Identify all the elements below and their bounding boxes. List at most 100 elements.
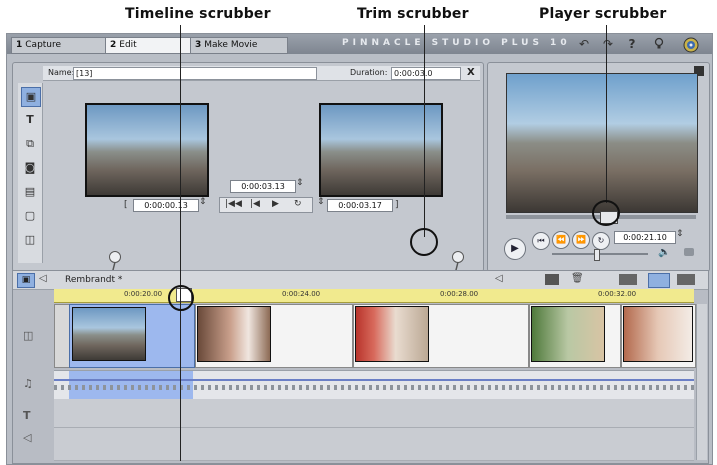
disc-icon[interactable] — [683, 37, 699, 53]
volume-handle[interactable] — [594, 249, 600, 261]
text-icon[interactable]: ▢ — [21, 207, 39, 225]
trim-callout-line — [424, 25, 425, 237]
audio-toggle-icon[interactable] — [684, 248, 694, 256]
player-time-field[interactable]: 0:00:21.10 — [614, 231, 676, 244]
player-play-button[interactable]: ▶ — [504, 238, 526, 260]
tab-edit[interactable]: 2 Edit — [105, 37, 191, 54]
audio-waveform — [54, 385, 694, 390]
name-label: Name: — [48, 68, 75, 77]
loop-button[interactable]: ↻ — [294, 199, 302, 209]
player-time-spinner[interactable]: ⇕ — [676, 229, 684, 239]
speaker-icon[interactable]: 🔈 — [658, 247, 670, 258]
video-clip[interactable] — [195, 304, 353, 368]
start-frame-thumbnail — [85, 103, 209, 197]
overlay-icon[interactable]: ⧉ — [21, 135, 39, 153]
sound-track-icon[interactable]: ◁ — [23, 431, 31, 444]
mark-out-field[interactable]: 0:00:03.17 — [327, 199, 393, 212]
timeline-panel: ▣ ◁ Rembrandt * ◁ 🗑 0:00:20.00 0:00:24.0… — [12, 270, 709, 464]
timeline-scrubber-highlight — [168, 285, 194, 311]
player-loop-button[interactable]: ↻ — [592, 232, 610, 250]
storyboard-mode-icon[interactable] — [619, 274, 637, 285]
timeline-mode-icon[interactable] — [648, 273, 670, 288]
go-to-start-button[interactable]: |◀◀ — [225, 199, 242, 209]
ruler-tick: 0:00:32.00 — [598, 290, 637, 298]
ruler-tick: 0:00:28.00 — [440, 290, 479, 298]
clip-thumbnail — [623, 306, 693, 362]
help-icon[interactable]: ? — [625, 37, 639, 51]
split-clip-icon[interactable] — [545, 274, 559, 285]
duration-field[interactable]: 0:00:03.0 — [391, 67, 461, 80]
video-toolbox-icon[interactable]: ▣ — [21, 87, 41, 107]
delete-icon[interactable]: 🗑 — [571, 273, 584, 284]
audio-settings-icon[interactable]: ◁ — [495, 273, 503, 284]
redo-icon[interactable]: ↷ — [601, 37, 615, 51]
player-callout-line — [606, 25, 607, 203]
clip-thumbnail — [531, 306, 605, 362]
timeline-callout-line — [180, 25, 181, 461]
video-clip[interactable] — [621, 304, 696, 368]
video-track-icon[interactable]: ◫ — [23, 329, 33, 342]
player-forward-button[interactable]: ⏩ — [572, 231, 590, 249]
tab-number: 1 — [16, 40, 23, 50]
sound-effects-track-lane[interactable] — [54, 428, 694, 461]
clip-name-field[interactable]: [13] — [73, 67, 317, 80]
volume-track[interactable] — [552, 253, 648, 255]
title-track-lane[interactable] — [54, 399, 694, 428]
storyboard-view-icon[interactable]: ▣ — [17, 273, 35, 288]
lightbulb-icon[interactable] — [652, 37, 666, 51]
original-audio-track[interactable] — [54, 370, 694, 400]
player-go-start-button[interactable]: ⏮ — [532, 232, 550, 250]
menu-icon[interactable]: ▤ — [21, 183, 39, 201]
player-rewind-button[interactable]: ⏪ — [552, 231, 570, 249]
video-clip[interactable] — [353, 304, 529, 368]
title-icon[interactable]: T — [21, 111, 39, 129]
track-lock-column[interactable] — [696, 304, 707, 460]
tab-label: Capture — [25, 40, 62, 50]
audio-view-icon[interactable]: ◁ — [39, 273, 47, 284]
mark-in-bracket: [ — [124, 200, 128, 210]
current-time-spinner[interactable]: ⇕ — [296, 178, 304, 188]
timeline-toolbar: ▣ ◁ Rembrandt * ◁ 🗑 — [13, 271, 708, 290]
toolbox-sidebar: ▣ T ⧉ ◙ ▤ ▢ ◫ — [18, 83, 43, 263]
play-button[interactable]: ▶ — [272, 199, 279, 209]
mark-in-field[interactable]: 0:00:00.13 — [133, 199, 199, 212]
tab-label: Make Movie — [204, 40, 258, 50]
trim-transport: |◀◀ |◀ ▶ ↻ — [219, 197, 313, 213]
clip-thumbnail — [197, 306, 271, 362]
audio-volume-line — [54, 379, 694, 381]
ruler-tick: 0:00:20.00 — [124, 290, 163, 298]
app-brand: PINNACLE STUDIO PLUS 10 — [342, 38, 571, 48]
audio-track-icon[interactable]: ♫ — [23, 377, 33, 390]
tab-number: 3 — [195, 40, 202, 50]
video-clip[interactable] — [54, 304, 70, 368]
clip-thumbnail — [355, 306, 429, 362]
mark-out-bracket: ] — [395, 200, 399, 210]
ruler-tick: 0:00:24.00 — [282, 290, 321, 298]
effects-icon[interactable]: ◙ — [21, 159, 39, 177]
close-icon[interactable]: X — [467, 67, 475, 78]
duration-label: Duration: — [350, 68, 388, 77]
tab-number: 2 — [110, 40, 117, 50]
project-name: Rembrandt * — [65, 275, 123, 285]
player-screen — [506, 73, 698, 213]
audio-icon[interactable]: ◫ — [21, 231, 39, 249]
timeline-ruler[interactable]: 0:00:20.00 0:00:24.00 0:00:28.00 0:00:32… — [54, 289, 694, 303]
clip-thumbnail — [72, 307, 146, 361]
player-panel: ▶ ⏮ ⏪ ⏩ ↻ 0:00:21.10 ⇕ 🔈 — [487, 62, 710, 272]
selected-video-clip[interactable] — [69, 304, 195, 368]
current-time-field[interactable]: 0:00:03.13 — [230, 180, 296, 193]
clip-properties-header: Name: [13] Duration: 0:00:03.0 X — [43, 66, 480, 81]
step-back-button[interactable]: |◀ — [250, 199, 260, 209]
title-track-icon[interactable]: T — [23, 409, 31, 422]
video-clip[interactable] — [529, 304, 621, 368]
undo-icon[interactable]: ↶ — [577, 37, 591, 51]
text-view-icon[interactable] — [677, 274, 695, 285]
trim-scrubber-annotation: Trim scrubber — [357, 6, 469, 22]
timeline-scrubber-annotation: Timeline scrubber — [125, 6, 271, 22]
mark-in-spinner[interactable]: ⇕ — [199, 197, 207, 207]
player-scrubber-annotation: Player scrubber — [539, 6, 667, 22]
tab-label: Edit — [119, 40, 137, 50]
mark-out-spinner[interactable]: ⇕ — [317, 197, 325, 207]
tab-make-movie[interactable]: 3 Make Movie — [190, 37, 288, 54]
tab-capture[interactable]: 1 Capture — [11, 37, 107, 54]
